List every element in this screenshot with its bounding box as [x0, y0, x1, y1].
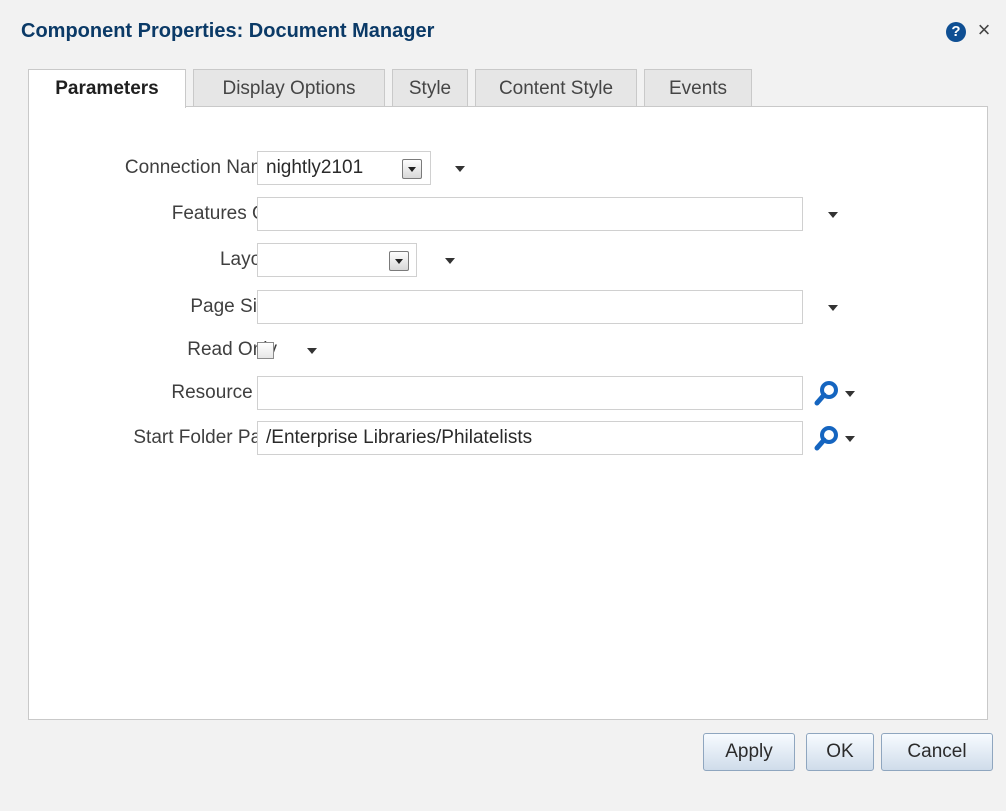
connection-name-row: Connection Name nightly2101: [29, 151, 989, 185]
tab-parameters[interactable]: Parameters: [28, 69, 186, 108]
cancel-button[interactable]: Cancel: [881, 733, 993, 771]
start-folder-path-input[interactable]: [257, 421, 803, 455]
page-size-menu-caret[interactable]: [825, 290, 841, 324]
page-size-input[interactable]: [257, 290, 803, 324]
apply-button[interactable]: Apply: [703, 733, 795, 771]
connection-name-value: nightly2101: [266, 157, 364, 178]
resource-id-row: Resource ID: [29, 376, 989, 410]
tab-display-options[interactable]: Display Options: [193, 69, 385, 106]
connection-name-label: Connection Name: [124, 157, 277, 178]
features-off-input[interactable]: [257, 197, 803, 231]
dialog-title-bar: Component Properties: Document Manager ?…: [0, 0, 1006, 66]
start-folder-path-search-icon[interactable]: [813, 424, 841, 452]
layout-row: Layout: [29, 243, 989, 277]
help-icon[interactable]: ?: [946, 22, 966, 42]
resource-id-menu-caret[interactable]: [842, 376, 858, 410]
read-only-checkbox[interactable]: [257, 342, 274, 359]
tab-content-style[interactable]: Content Style: [475, 69, 637, 106]
connection-name-dropdown-button[interactable]: [402, 159, 422, 179]
tab-style[interactable]: Style: [392, 69, 468, 106]
ok-button[interactable]: OK: [806, 733, 874, 771]
start-folder-path-row: Start Folder Path: [29, 421, 989, 455]
start-folder-path-label: Start Folder Path: [133, 427, 277, 448]
parameters-panel: Connection Name nightly2101 Features Off…: [28, 106, 988, 720]
page-size-row: Page Size: [29, 290, 989, 324]
close-icon[interactable]: ×: [974, 18, 994, 42]
layout-select[interactable]: [257, 243, 417, 277]
start-folder-path-menu-caret[interactable]: [842, 421, 858, 455]
resource-id-search-icon[interactable]: [813, 379, 841, 407]
connection-name-menu-caret[interactable]: [452, 151, 468, 185]
read-only-menu-caret[interactable]: [304, 333, 320, 367]
resource-id-input[interactable]: [257, 376, 803, 410]
tab-events[interactable]: Events: [644, 69, 752, 106]
connection-name-select[interactable]: nightly2101: [257, 151, 431, 185]
layout-menu-caret[interactable]: [442, 243, 458, 277]
features-off-row: Features Off: [29, 197, 989, 231]
features-off-menu-caret[interactable]: [825, 197, 841, 231]
dialog-title: Component Properties: Document Manager: [21, 20, 435, 42]
layout-dropdown-button[interactable]: [389, 251, 409, 271]
read-only-row: Read Only: [29, 333, 989, 367]
